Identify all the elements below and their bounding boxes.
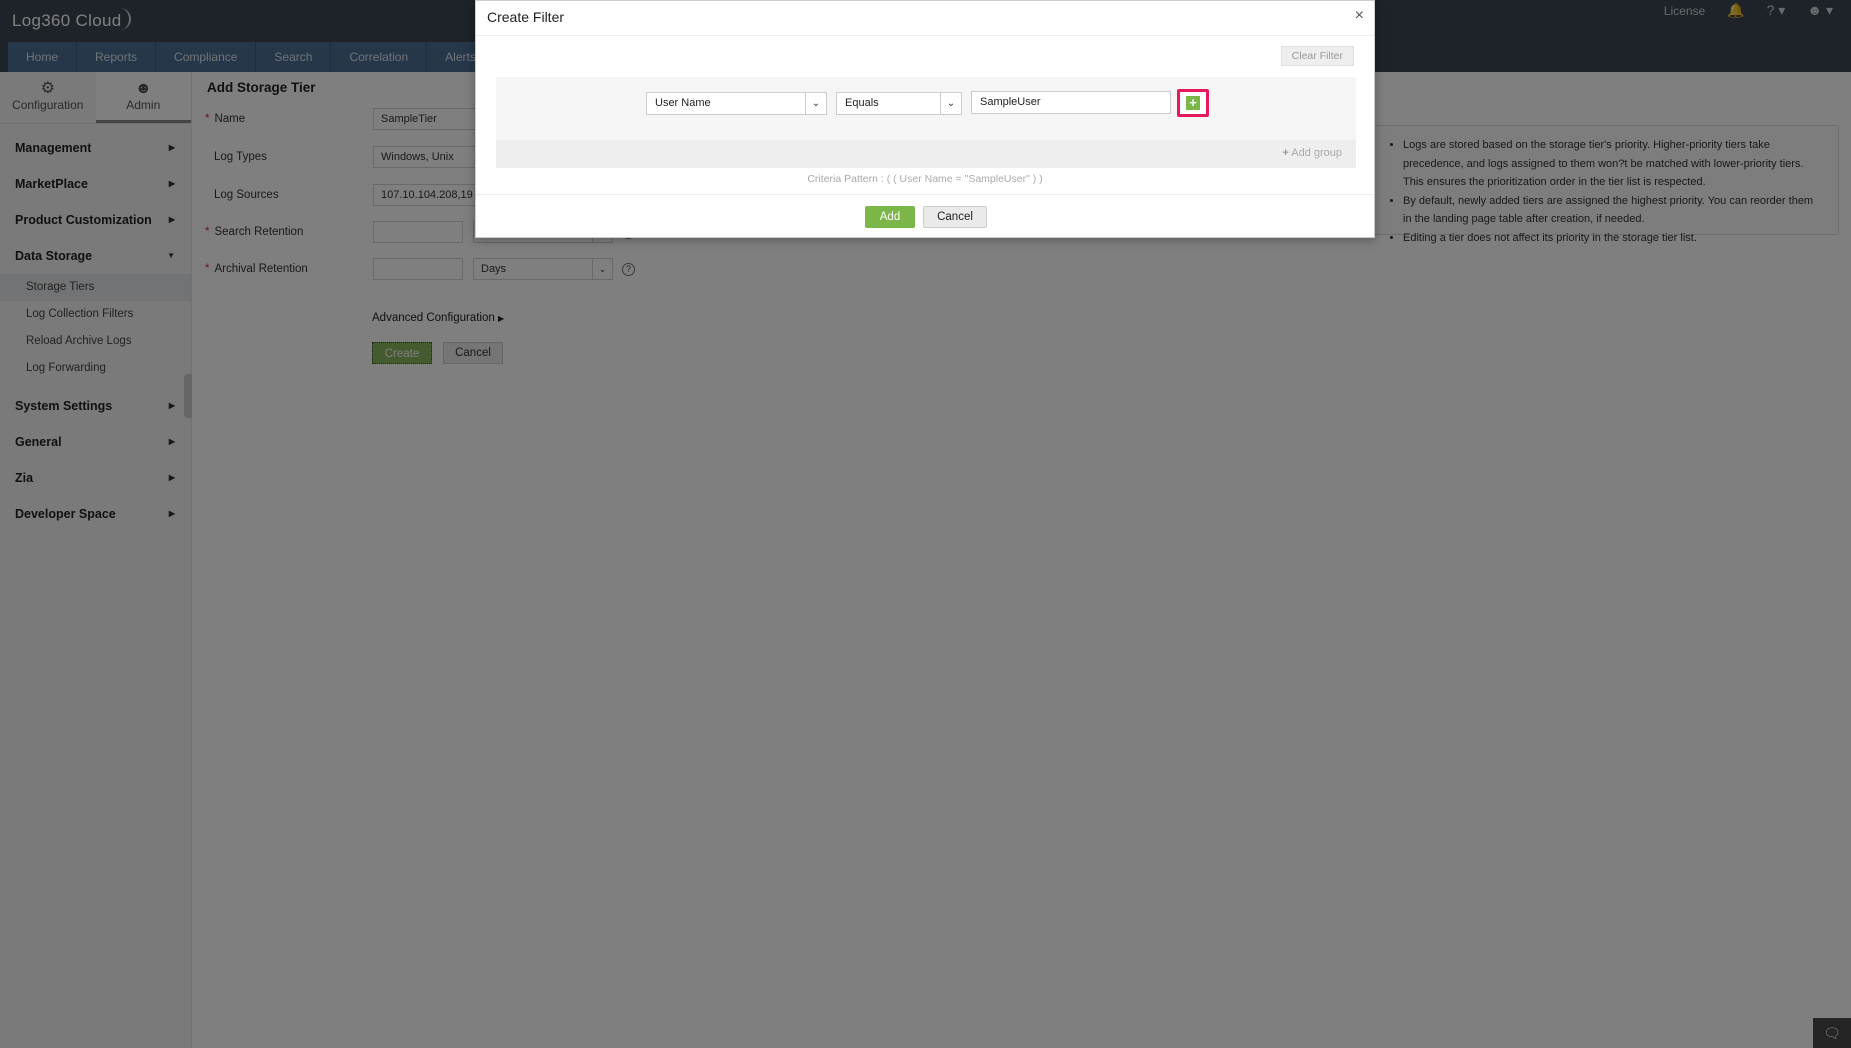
close-icon[interactable]: × — [1355, 7, 1364, 25]
create-filter-dialog: Create Filter × Clear Filter User Name ⌄… — [475, 0, 1375, 238]
divider — [476, 35, 1374, 36]
plus-icon: + — [1186, 96, 1200, 110]
clear-filter-button[interactable]: Clear Filter — [1280, 46, 1354, 66]
dialog-cancel-button[interactable]: Cancel — [923, 206, 987, 228]
dialog-title: Create Filter — [487, 9, 565, 25]
add-criteria-button[interactable]: + — [1177, 89, 1209, 117]
divider — [476, 194, 1374, 195]
chevron-down-icon: ⌄ — [940, 93, 961, 114]
add-button[interactable]: Add — [865, 206, 915, 228]
field-select[interactable]: User Name ⌄ — [646, 92, 827, 115]
criteria-pattern: Criteria Pattern : ( ( User Name = "Samp… — [807, 173, 1043, 185]
criteria-row: User Name ⌄ Equals ⌄ SampleUser + — [496, 77, 1356, 140]
field-select-value: User Name — [655, 97, 711, 109]
plus-icon: + — [1282, 147, 1289, 159]
operator-select-value: Equals — [845, 97, 879, 109]
chevron-down-icon: ⌄ — [805, 93, 826, 114]
add-group-button[interactable]: + Add group — [1282, 147, 1342, 159]
operator-select[interactable]: Equals ⌄ — [836, 92, 962, 115]
value-input[interactable]: SampleUser — [971, 91, 1171, 114]
group-bar: + Add group — [496, 140, 1356, 168]
